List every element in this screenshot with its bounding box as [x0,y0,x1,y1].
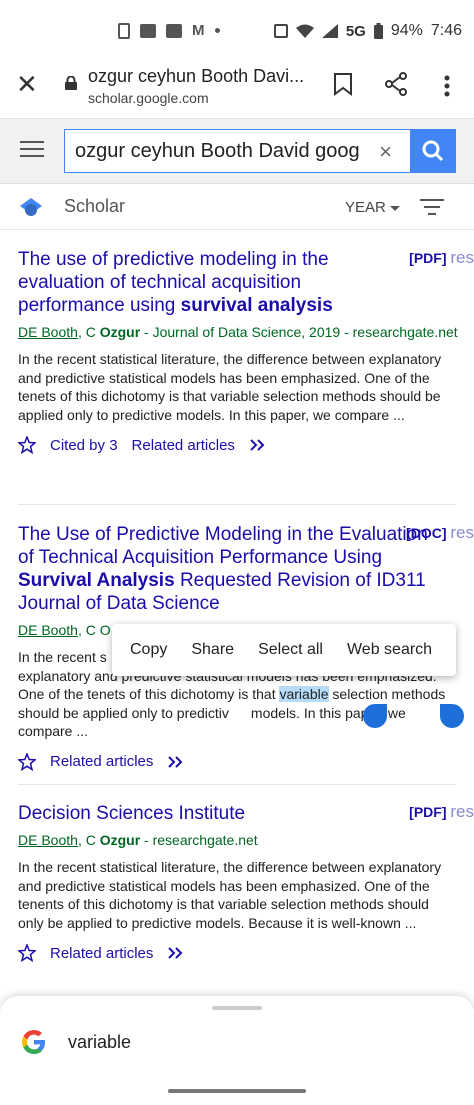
search-bottom-sheet[interactable]: variable [0,996,474,1105]
mail-icon [140,23,156,38]
scholar-logo-icon [20,198,42,216]
text-selection-menu: Copy Share Select all Web search [112,624,456,676]
battery-icon [373,23,383,39]
divider [18,504,456,505]
copy-button[interactable]: Copy [112,641,179,659]
search-icon [422,140,444,162]
scholar-bar: Scholar YEAR [0,184,474,230]
signal-icon [321,24,338,38]
author-link[interactable]: DE Booth [18,622,78,638]
double-chevron-icon[interactable] [167,755,187,769]
search-input[interactable]: ozgur ceyhun Booth David goog × [64,129,412,173]
share-button[interactable]: Share [179,641,246,659]
nfc-icon [273,24,288,38]
star-icon[interactable] [18,944,36,962]
divider [18,784,456,785]
author-link[interactable]: DE Booth [18,324,78,340]
bookmark-icon[interactable] [332,72,354,96]
browser-toolbar: ✕ ozgur ceyhun Booth Davi... scholar.goo… [0,62,474,118]
result-authors: DE Booth, C Ozgur - researchgate.net [18,832,258,848]
result-title[interactable]: The Use of Predictive Modeling in the Ev… [18,523,448,615]
file-link[interactable]: [DOC] res [406,523,474,543]
status-bar: M 5G 94% 7:46 [0,0,474,62]
result-title[interactable]: The use of predictive modeling in the ev… [18,248,362,317]
hamburger-menu-icon[interactable] [20,141,44,159]
result-item: Decision Sciences Institute [PDF] res DE… [18,802,474,962]
page-title[interactable]: ozgur ceyhun Booth Davi... [88,66,304,87]
google-logo-icon [22,1030,45,1054]
battery-percent: 94% [390,22,423,39]
file-link[interactable]: [PDF] res [409,248,474,268]
sheet-drag-handle[interactable] [212,1006,262,1010]
related-articles-link[interactable]: Related articles [50,753,153,770]
author-link[interactable]: Ozgur [100,832,140,848]
search-query[interactable]: ozgur ceyhun Booth David goog [75,140,363,163]
gmail-icon: M [192,22,205,39]
search-header: ozgur ceyhun Booth David goog × [0,118,474,184]
network-label: 5G [345,22,366,40]
more-vert-icon[interactable] [440,74,454,98]
clear-icon[interactable]: × [379,139,392,165]
mail-icon-2 [166,23,182,38]
more-notifications-dot [214,28,220,33]
star-icon[interactable] [18,752,36,771]
double-chevron-icon[interactable] [167,946,187,960]
share-icon[interactable] [384,72,408,96]
cited-by-link[interactable]: Cited by 3 [50,437,118,454]
selection-handle-end[interactable] [440,704,464,728]
clock: 7:46 [430,22,462,39]
gesture-nav-bar[interactable] [168,1089,306,1093]
result-authors: DE Booth, C Ozgur - Journal of Data Scie… [18,324,458,340]
filter-icon[interactable] [420,198,444,216]
related-articles-link[interactable]: Related articles [132,437,235,454]
selected-text[interactable]: variable [279,686,329,702]
year-filter[interactable]: YEAR [345,199,386,216]
star-icon[interactable] [18,436,36,454]
file-link[interactable]: [PDF] res [409,802,474,822]
result-snippet: In the recent statistical literature, th… [18,859,442,931]
close-icon[interactable]: ✕ [16,71,40,97]
author-link[interactable]: Ozgur [100,324,140,340]
double-chevron-icon[interactable] [249,438,269,452]
search-term[interactable]: variable [68,1032,131,1053]
select-all-button[interactable]: Select all [246,641,335,659]
wifi-icon [295,24,314,38]
result-snippet: In the recent statistical literature, th… [18,351,442,423]
scholar-label[interactable]: Scholar [64,196,125,217]
result-item: The use of predictive modeling in the ev… [18,248,474,454]
search-button[interactable] [410,129,456,173]
web-search-button[interactable]: Web search [335,641,444,659]
author-link[interactable]: DE Booth [18,832,78,848]
page-host[interactable]: scholar.google.com [88,90,209,106]
clipboard-icon [118,22,130,39]
chevron-down-icon[interactable] [390,206,400,211]
related-articles-link[interactable]: Related articles [50,945,153,962]
result-title[interactable]: Decision Sciences Institute [18,802,458,825]
lock-icon [65,76,77,90]
selection-handle-start[interactable] [363,704,387,728]
